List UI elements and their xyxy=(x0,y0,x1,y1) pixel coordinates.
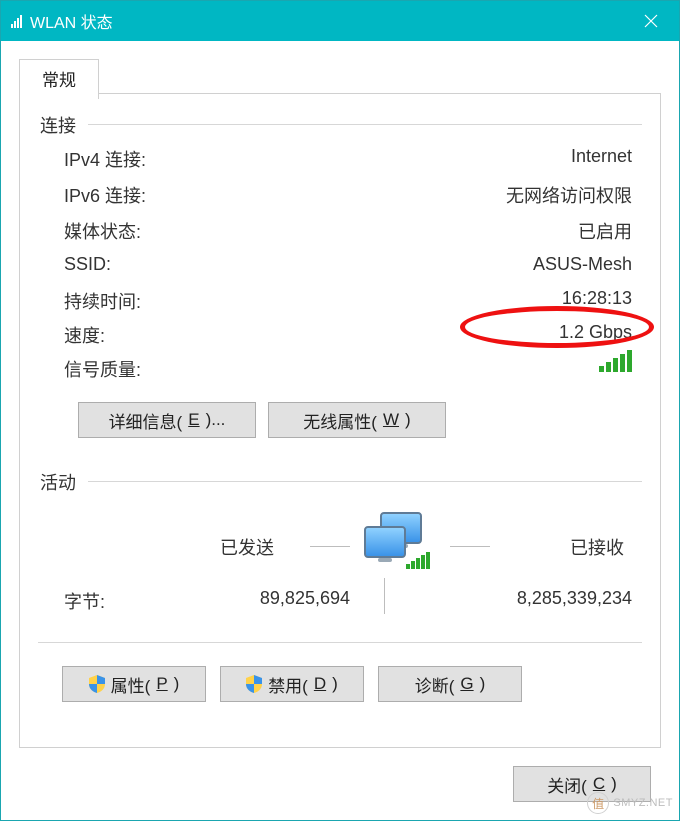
ssid-label: SSID: xyxy=(64,254,111,275)
bytes-sent-value: 89,825,694 xyxy=(190,588,350,609)
sent-label: 已发送 xyxy=(220,534,274,560)
divider xyxy=(38,642,642,643)
row-signal: 信号质量: xyxy=(64,356,632,382)
close-icon xyxy=(644,14,658,28)
signal-bars-icon xyxy=(599,350,632,372)
bytes-received-value: 8,285,339,234 xyxy=(452,588,632,609)
row-ssid: SSID: ASUS-Mesh xyxy=(64,254,632,275)
wifi-icon xyxy=(11,14,22,28)
window-close-button[interactable] xyxy=(623,1,679,41)
watermark-text: SMYZ.NET xyxy=(613,797,673,809)
row-ipv6: IPv6 连接: 无网络访问权限 xyxy=(64,182,632,208)
ipv6-label: IPv6 连接: xyxy=(64,182,146,208)
speed-label: 速度: xyxy=(64,322,105,348)
diagnose-button[interactable]: 诊断(G) xyxy=(378,666,522,702)
tab-general[interactable]: 常规 xyxy=(19,59,99,99)
activity-group-label: 活动 xyxy=(40,469,76,495)
properties-button[interactable]: 属性(P) xyxy=(62,666,206,702)
divider xyxy=(310,546,350,547)
details-button[interactable]: 详细信息(E)... xyxy=(78,402,256,438)
wlan-status-dialog: 0 们 皮C WLAN 状态 常规 连接 IPv4 连接: Internet I… xyxy=(0,0,680,821)
divider xyxy=(88,481,642,482)
ipv4-value: Internet xyxy=(571,146,632,172)
network-activity-icon xyxy=(364,512,434,576)
duration-label: 持续时间: xyxy=(64,288,141,314)
signal-label: 信号质量: xyxy=(64,356,141,382)
shield-icon xyxy=(89,675,105,693)
ssid-value: ASUS-Mesh xyxy=(533,254,632,275)
titlebar[interactable]: WLAN 状态 xyxy=(1,1,679,41)
tabstrip: 常规 xyxy=(19,59,99,99)
wireless-properties-button[interactable]: 无线属性(W) xyxy=(268,402,446,438)
ipv6-value: 无网络访问权限 xyxy=(506,182,632,208)
bytes-label: 字节: xyxy=(64,588,105,614)
window-title: WLAN 状态 xyxy=(30,9,113,33)
divider xyxy=(384,578,385,614)
shield-icon xyxy=(246,675,262,693)
divider xyxy=(88,124,642,125)
watermark: 值 SMYZ.NET xyxy=(587,792,673,814)
disable-button[interactable]: 禁用(D) xyxy=(220,666,364,702)
ipv4-label: IPv4 连接: xyxy=(64,146,146,172)
row-media: 媒体状态: 已启用 xyxy=(64,218,632,244)
received-label: 已接收 xyxy=(570,534,624,560)
tab-panel: 连接 IPv4 连接: Internet IPv6 连接: 无网络访问权限 媒体… xyxy=(19,93,661,748)
divider xyxy=(450,546,490,547)
connection-group-label: 连接 xyxy=(40,112,76,138)
row-ipv4: IPv4 连接: Internet xyxy=(64,146,632,172)
annotation-red-ellipse xyxy=(460,306,654,348)
media-label: 媒体状态: xyxy=(64,218,141,244)
activity-row: 已发送 已接收 xyxy=(20,510,660,580)
watermark-badge-icon: 值 xyxy=(587,792,609,814)
media-value: 已启用 xyxy=(578,218,632,244)
client-area: 常规 连接 IPv4 连接: Internet IPv6 连接: 无网络访问权限… xyxy=(1,41,679,820)
